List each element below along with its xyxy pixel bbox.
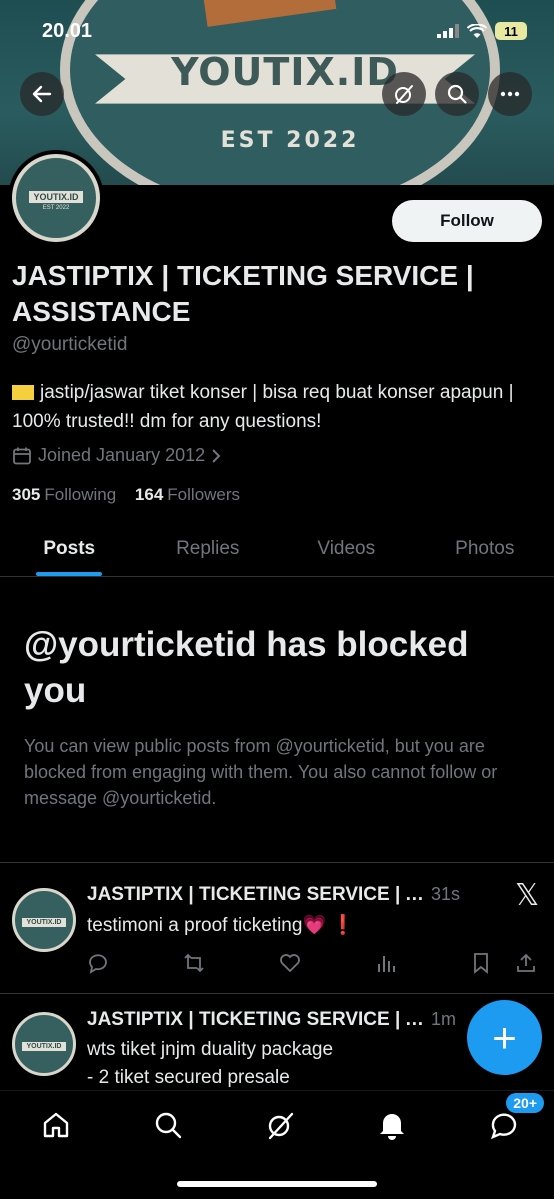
- avatar-est-text: EST 2022: [42, 205, 70, 211]
- more-options-button[interactable]: [488, 72, 532, 116]
- wifi-icon: [467, 23, 487, 38]
- more-icon: [500, 91, 520, 97]
- tab-posts[interactable]: Posts: [0, 522, 139, 576]
- ticket-emoji-icon: [12, 385, 34, 401]
- follow-stats: 305 Following 164 Followers: [12, 485, 240, 505]
- profile-bio: jastip/jaswar tiket konser | bisa req bu…: [12, 378, 542, 436]
- post-text: wts tiket jnjm duality package: [87, 1039, 334, 1060]
- signal-icon: [437, 24, 459, 38]
- messages-badge: 20+: [506, 1093, 544, 1113]
- banner-est-text: EST 2022: [220, 128, 360, 153]
- like-icon[interactable]: [279, 952, 301, 974]
- post-text-line: - 2 tiket secured presale: [87, 1067, 290, 1088]
- post-avatar-ribbon-text: YOUTIX.ID: [22, 1041, 66, 1051]
- profile-handle: @yourticketid: [12, 334, 128, 355]
- avatar-ribbon-text: YOUTIX.ID: [29, 191, 83, 203]
- following-count: 305: [12, 485, 41, 504]
- share-icon[interactable]: [515, 952, 537, 974]
- bookmark-icon[interactable]: [471, 952, 491, 974]
- avatar-logo: YOUTIX.ID EST 2022: [12, 154, 100, 242]
- grok-icon: [395, 85, 413, 104]
- divider: [0, 862, 554, 863]
- x-logo-icon: 𝕏: [515, 878, 540, 913]
- views-icon[interactable]: [375, 952, 397, 974]
- search-button[interactable]: [435, 72, 479, 116]
- reply-icon[interactable]: [87, 952, 109, 974]
- post-header: JASTIPTIX | TICKETING SERVICE | ASSISTAN…: [87, 1009, 467, 1031]
- blocked-title: @yourticketid has blocked you: [24, 625, 469, 710]
- profile-tabs: Posts Replies Videos Photos: [0, 522, 554, 577]
- nav-search[interactable]: [132, 1103, 204, 1147]
- chevron-right-icon: [212, 448, 221, 463]
- tab-videos[interactable]: Videos: [277, 522, 416, 576]
- home-indicator[interactable]: [177, 1181, 377, 1187]
- post-header: JASTIPTIX | TICKETING SERVICE | ASSISTAN…: [87, 884, 467, 906]
- blocked-message: You can view public posts from @yourtick…: [24, 736, 498, 808]
- post-time: 1m: [431, 1009, 457, 1029]
- following-stat[interactable]: 305 Following: [12, 485, 116, 504]
- follow-button[interactable]: Follow: [392, 200, 542, 242]
- grok-icon: [268, 1112, 294, 1140]
- grok-button[interactable]: [382, 72, 426, 116]
- followers-stat[interactable]: 164 Followers: [135, 485, 240, 504]
- back-arrow-icon: [32, 85, 52, 103]
- post-time: 31s: [431, 884, 461, 904]
- post-avatar-logo: YOUTIX.ID: [12, 1012, 76, 1076]
- joined-text: Joined January 2012: [38, 445, 206, 465]
- following-label: Following: [44, 485, 117, 504]
- status-time: 20.01: [42, 20, 93, 42]
- post-avatar-logo: YOUTIX.ID: [12, 888, 76, 952]
- calendar-icon: [13, 447, 31, 464]
- post-avatar-ribbon-text: YOUTIX.ID: [22, 917, 66, 927]
- divider: [0, 993, 554, 994]
- bell-icon: [380, 1114, 404, 1140]
- post-avatar[interactable]: YOUTIX.ID: [12, 1012, 76, 1076]
- profile-name: JASTIPTIX | TICKETING SERVICE | ASSISTAN…: [12, 260, 474, 327]
- post-text: testimoni a proof ticketing💗 ❗: [87, 915, 356, 936]
- tab-photos[interactable]: Photos: [416, 522, 554, 576]
- followers-count: 164: [134, 485, 164, 504]
- back-button[interactable]: [20, 72, 64, 116]
- post-author[interactable]: JASTIPTIX | TICKETING SERVICE | ASSISTAN…: [87, 884, 427, 906]
- status-icons: 11: [437, 22, 527, 40]
- nav-grok[interactable]: [244, 1103, 316, 1147]
- joined-date[interactable]: Joined January 2012: [12, 445, 221, 466]
- post-avatar[interactable]: YOUTIX.ID: [12, 888, 76, 952]
- followers-label: Followers: [167, 485, 241, 504]
- search-icon: [447, 84, 467, 104]
- bio-text: jastip/jaswar tiket konser | bisa req bu…: [12, 382, 514, 432]
- post-author[interactable]: JASTIPTIX | TICKETING SERVICE | ASSISTAN…: [87, 1009, 427, 1031]
- battery-indicator: 11: [495, 22, 527, 40]
- home-icon: [43, 1112, 69, 1138]
- search-icon: [155, 1112, 182, 1139]
- tab-replies[interactable]: Replies: [139, 522, 278, 576]
- nav-messages[interactable]: 20+: [468, 1093, 544, 1147]
- post-actions: [87, 952, 537, 974]
- nav-home[interactable]: [20, 1103, 92, 1147]
- nav-notifications[interactable]: [356, 1103, 428, 1147]
- repost-icon[interactable]: [183, 952, 205, 974]
- messages-icon: [491, 1113, 517, 1140]
- profile-avatar[interactable]: YOUTIX.ID EST 2022: [8, 150, 104, 246]
- compose-post-button[interactable]: +: [467, 1000, 542, 1075]
